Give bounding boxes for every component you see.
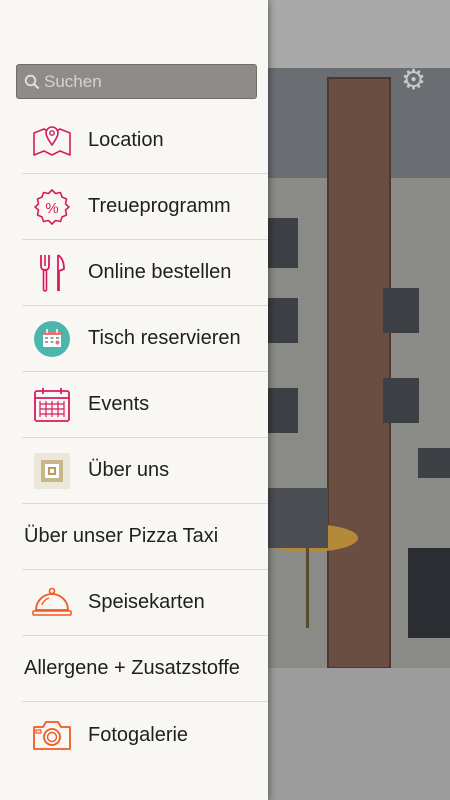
info-logo-icon xyxy=(30,449,74,493)
navigation-drawer: Location % Treueprogramm O xyxy=(0,0,268,800)
gear-icon[interactable]: ⚙ xyxy=(401,66,426,94)
menu-item-label: Allergene + Zusatzstoffe xyxy=(24,657,240,679)
menu-item-allergene[interactable]: Allergene + Zusatzstoffe xyxy=(22,636,268,702)
cloche-icon xyxy=(30,581,74,625)
camera-icon xyxy=(30,713,74,757)
building-illustration xyxy=(268,68,450,668)
menu-list: Location % Treueprogramm Online bestelle… xyxy=(0,108,268,768)
search-input[interactable] xyxy=(44,71,244,92)
fork-knife-icon xyxy=(30,251,74,295)
menu-item-label: Über uns xyxy=(88,459,170,481)
menu-item-label: Über unser Pizza Taxi xyxy=(24,525,219,547)
menu-item-location[interactable]: Location xyxy=(22,108,268,174)
percent-badge-icon: % xyxy=(30,185,74,229)
menu-item-ueber-uns[interactable]: Über uns xyxy=(22,438,268,504)
menu-item-fotogalerie[interactable]: Fotogalerie xyxy=(22,702,268,768)
menu-item-label: Fotogalerie xyxy=(88,723,189,746)
menu-item-tisch-reservieren[interactable]: Tisch reservieren xyxy=(22,306,268,372)
background-header xyxy=(268,0,450,68)
menu-item-label: Events xyxy=(88,393,150,415)
search-bar[interactable] xyxy=(16,64,257,99)
menu-item-label: Treueprogramm xyxy=(88,195,231,217)
menu-item-events[interactable]: Events xyxy=(22,372,268,438)
menu-item-treueprogramm[interactable]: % Treueprogramm xyxy=(22,174,268,240)
calendar-circle-icon xyxy=(30,317,74,361)
menu-item-speisekarten[interactable]: Speisekarten xyxy=(22,570,268,636)
background-app: ⚙ xyxy=(268,0,450,800)
menu-item-label: Location xyxy=(88,129,164,151)
map-location-icon xyxy=(30,119,74,163)
search-icon xyxy=(24,74,40,89)
menu-item-label: Online bestellen xyxy=(88,261,232,283)
svg-text:%: % xyxy=(45,200,58,217)
background-building-photo xyxy=(268,68,450,668)
menu-item-pizza-taxi[interactable]: Über unser Pizza Taxi xyxy=(22,504,268,570)
background-footer xyxy=(268,668,450,800)
calendar-grid-icon xyxy=(30,383,74,427)
menu-item-online-bestellen[interactable]: Online bestellen xyxy=(22,240,268,306)
menu-item-label: Speisekarten xyxy=(88,591,205,613)
menu-item-label: Tisch reservieren xyxy=(88,327,241,349)
